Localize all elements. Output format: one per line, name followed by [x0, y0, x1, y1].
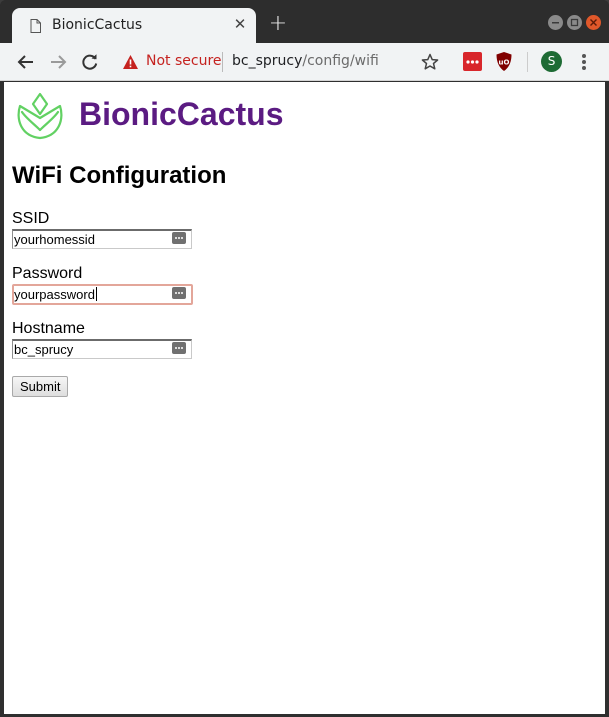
password-value-wrapper: yourpassword	[14, 287, 97, 303]
text-caret	[95, 287, 97, 301]
hostname-input[interactable]: bc_sprucy	[12, 339, 192, 359]
brand-name: BionicCactus	[79, 96, 284, 132]
minimize-window-button[interactable]	[548, 15, 563, 30]
password-label: Password	[12, 265, 83, 282]
address-bar[interactable]: bc_sprucy/config/wifi	[232, 53, 379, 69]
document-icon	[30, 19, 41, 33]
arrow-left-icon	[17, 55, 33, 69]
kebab-menu-icon[interactable]	[581, 54, 587, 70]
ublock-shield-icon[interactable]: uO	[495, 51, 513, 72]
hostname-value: bc_sprucy	[14, 342, 74, 357]
close-window-button[interactable]	[586, 15, 601, 30]
submit-button[interactable]: Submit	[12, 376, 69, 397]
svg-text:uO: uO	[499, 59, 510, 67]
ssid-label: SSID	[12, 210, 50, 227]
omnibox-separator	[222, 52, 223, 72]
dots-icon	[466, 60, 479, 64]
close-icon	[590, 19, 597, 26]
password-value: yourpassword	[14, 287, 95, 302]
bookmark-star-icon[interactable]	[420, 52, 440, 72]
tab-strip: BionicCactus ✕ +	[0, 0, 609, 43]
reload-icon	[82, 54, 98, 70]
dots-icon	[175, 347, 183, 349]
dots-icon	[175, 292, 183, 294]
ssid-value: yourhomessid	[14, 232, 95, 247]
web-page: BionicCactus WiFi Configuration SSID you…	[4, 82, 605, 714]
password-manager-fill-icon[interactable]	[172, 287, 186, 299]
browser-toolbar: Not secure bc_sprucy/config/wifi uO S	[0, 43, 609, 81]
reload-button[interactable]	[78, 50, 102, 74]
cactus-logo-icon	[17, 92, 63, 140]
profile-avatar[interactable]: S	[541, 51, 562, 72]
page-title: WiFi Configuration	[12, 162, 227, 189]
password-input[interactable]: yourpassword	[12, 284, 193, 305]
ssid-input[interactable]: yourhomessid	[12, 229, 192, 249]
new-tab-icon[interactable]: +	[266, 12, 290, 36]
minimize-icon	[552, 22, 559, 24]
toolbar-divider	[527, 52, 528, 72]
dots-icon	[175, 237, 183, 239]
arrow-right-icon	[51, 55, 67, 69]
tab-title: BionicCactus	[52, 17, 143, 33]
tab-close-icon[interactable]: ✕	[233, 16, 247, 32]
maximize-icon	[570, 18, 579, 27]
warning-triangle-icon[interactable]	[122, 54, 139, 70]
password-manager-fill-icon[interactable]	[172, 232, 186, 244]
password-manager-extension-icon[interactable]	[463, 52, 482, 71]
password-manager-fill-icon[interactable]	[172, 342, 186, 354]
url-path: /config/wifi	[302, 53, 379, 69]
url-host: bc_sprucy	[232, 53, 303, 69]
maximize-window-button[interactable]	[567, 15, 582, 30]
forward-button[interactable]	[46, 50, 70, 74]
browser-tab[interactable]: BionicCactus ✕	[12, 8, 256, 43]
hostname-label: Hostname	[12, 320, 85, 337]
browser-window: BionicCactus ✕ + Not secure bc_sprucy/co…	[0, 0, 609, 717]
back-button[interactable]	[14, 50, 38, 74]
security-status[interactable]: Not secure	[146, 53, 222, 69]
